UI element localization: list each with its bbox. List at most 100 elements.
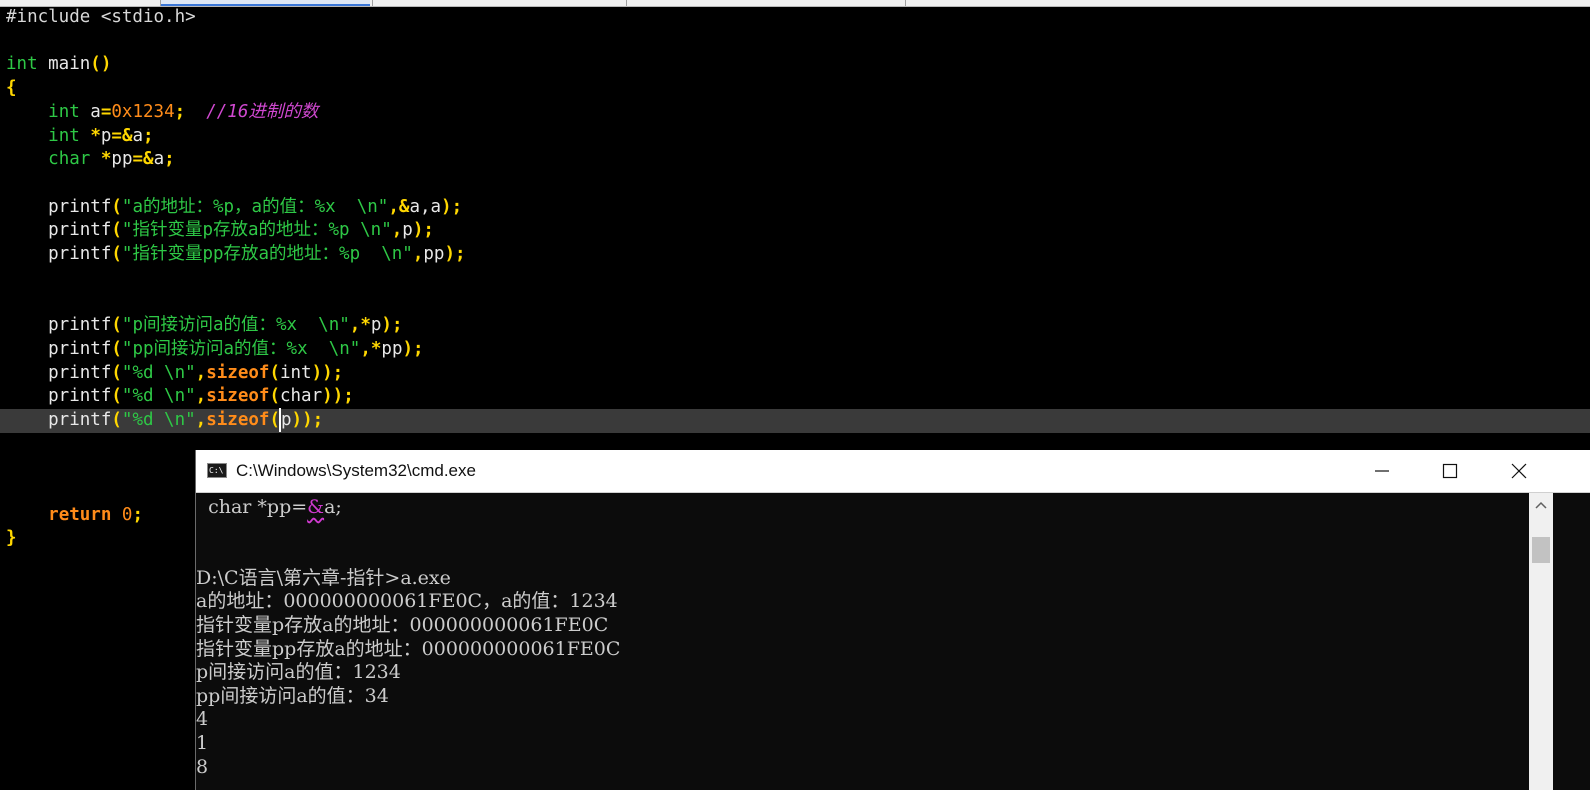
- echo-text: char *pp=: [196, 496, 308, 518]
- echo-text: a;: [324, 496, 342, 518]
- code-token: );: [412, 220, 434, 241]
- echo-error-ampersand: &: [307, 496, 325, 518]
- code-token: printf: [6, 338, 112, 359]
- minimize-icon: [1375, 470, 1389, 472]
- code-token: ,: [349, 315, 361, 336]
- code-token: (: [269, 386, 280, 407]
- code-token: ));: [322, 386, 354, 407]
- code-line: printf("%d \n",sizeof(char));: [6, 384, 354, 408]
- code-token: sizeof: [206, 362, 270, 383]
- code-token: char: [48, 149, 91, 170]
- code-token: printf: [6, 196, 112, 217]
- window-title: C:\Windows\System32\cmd.exe: [236, 461, 476, 480]
- code-token: "p间接访问a的值：%x \n": [121, 315, 350, 336]
- code-token: (: [111, 315, 122, 336]
- code-token: ,: [195, 386, 207, 407]
- code-token: (: [111, 196, 122, 217]
- code-token: char: [279, 386, 323, 407]
- code-token: (: [111, 386, 122, 407]
- code-line: printf("p间接访问a的值：%x \n",*p);: [6, 313, 402, 337]
- vertical-scrollbar[interactable]: [1529, 493, 1553, 790]
- code-token: main: [37, 54, 91, 75]
- code-token: int: [279, 362, 312, 383]
- console-output[interactable]: char *pp=&a; D:\C语言\第六章-指针>a.exe a的地址：000…: [196, 493, 1529, 790]
- code-token: *: [360, 315, 371, 336]
- console-line: a的地址：000000000061FE0C，a的值：1234: [196, 590, 618, 613]
- code-token: int: [48, 125, 80, 146]
- code-line: printf("指针变量p存放a的地址：%p \n",p);: [6, 218, 434, 242]
- code-token: =&: [111, 125, 133, 146]
- code-line: int *p=&a;: [6, 124, 154, 148]
- tab-separator: [626, 0, 627, 6]
- code-token: ;: [164, 149, 175, 170]
- code-token: =: [100, 101, 112, 122]
- code-token: printf: [6, 315, 112, 336]
- editor-tab-strip: [0, 0, 1590, 7]
- code-token: int: [6, 54, 38, 75]
- code-token: "a的地址：%p，a的值：%x \n": [121, 196, 389, 217]
- code-token: *: [90, 125, 101, 146]
- console-line: p间接访问a的值：1234: [196, 661, 401, 684]
- code-token: );: [444, 244, 466, 264]
- console-line: 8: [196, 755, 209, 778]
- code-token: ,: [412, 244, 424, 264]
- code-token: a: [132, 125, 144, 146]
- tab-separator: [905, 0, 906, 6]
- code-token: pp: [111, 149, 133, 170]
- code-token: printf: [6, 362, 112, 383]
- minimize-button[interactable]: [1349, 450, 1415, 492]
- code-token: 0: [121, 504, 133, 525]
- code-token: (: [111, 362, 122, 383]
- code-token: printf: [6, 409, 112, 430]
- code-token: return: [48, 504, 112, 525]
- code-token: ;: [143, 125, 154, 146]
- code-line: printf("a的地址：%p，a的值：%x \n",&a,a);: [6, 195, 462, 219]
- console-line: 指针变量pp存放a的地址：000000000061FE0C: [196, 637, 621, 660]
- code-token: a: [153, 149, 165, 170]
- code-token: int: [48, 101, 80, 122]
- scroll-up-button[interactable]: [1529, 493, 1553, 517]
- code-token: p: [280, 409, 292, 430]
- console-line: D:\C语言\第六章-指针>a.exe: [196, 566, 451, 589]
- maximize-button[interactable]: [1417, 450, 1483, 492]
- code-token: );: [402, 338, 424, 359]
- scroll-thumb[interactable]: [1532, 537, 1550, 563]
- code-token: p: [370, 315, 382, 336]
- code-line: int main(): [6, 52, 111, 76]
- code-token: (: [111, 409, 122, 430]
- code-token: ,: [195, 409, 207, 430]
- code-token: ));: [311, 362, 344, 383]
- code-token: ,: [391, 220, 403, 241]
- code-token: printf: [6, 386, 112, 407]
- console-line: 指针变量p存放a的地址：000000000061FE0C: [196, 614, 609, 636]
- code-token: p: [100, 125, 112, 146]
- code-token: //16进制的数: [206, 101, 319, 122]
- code-line: printf("pp间接访问a的值：%x \n",*pp);: [6, 337, 424, 361]
- code-token: "%d \n": [121, 409, 196, 430]
- code-token: (): [90, 54, 112, 75]
- cmd-titlebar[interactable]: C:\ C:\Windows\System32\cmd.exe: [196, 450, 1590, 493]
- close-button[interactable]: [1486, 450, 1552, 492]
- code-token: ,: [360, 338, 371, 359]
- code-token: ));: [291, 409, 324, 430]
- cmd-window[interactable]: C:\ C:\Windows\System32\cmd.exe char *pp…: [195, 450, 1590, 790]
- code-token: ;: [132, 504, 144, 525]
- code-token: =&: [132, 149, 154, 170]
- code-token: );: [441, 196, 463, 217]
- code-token: (: [111, 220, 122, 241]
- code-token: (: [111, 244, 122, 264]
- code-token: ,: [195, 362, 207, 383]
- code-line: char *pp=&a;: [6, 147, 175, 171]
- code-token: }: [6, 528, 17, 549]
- code-token: a: [79, 101, 101, 122]
- code-token: "%d \n": [121, 386, 196, 407]
- code-token: &: [398, 196, 410, 217]
- code-token: printf: [6, 244, 112, 264]
